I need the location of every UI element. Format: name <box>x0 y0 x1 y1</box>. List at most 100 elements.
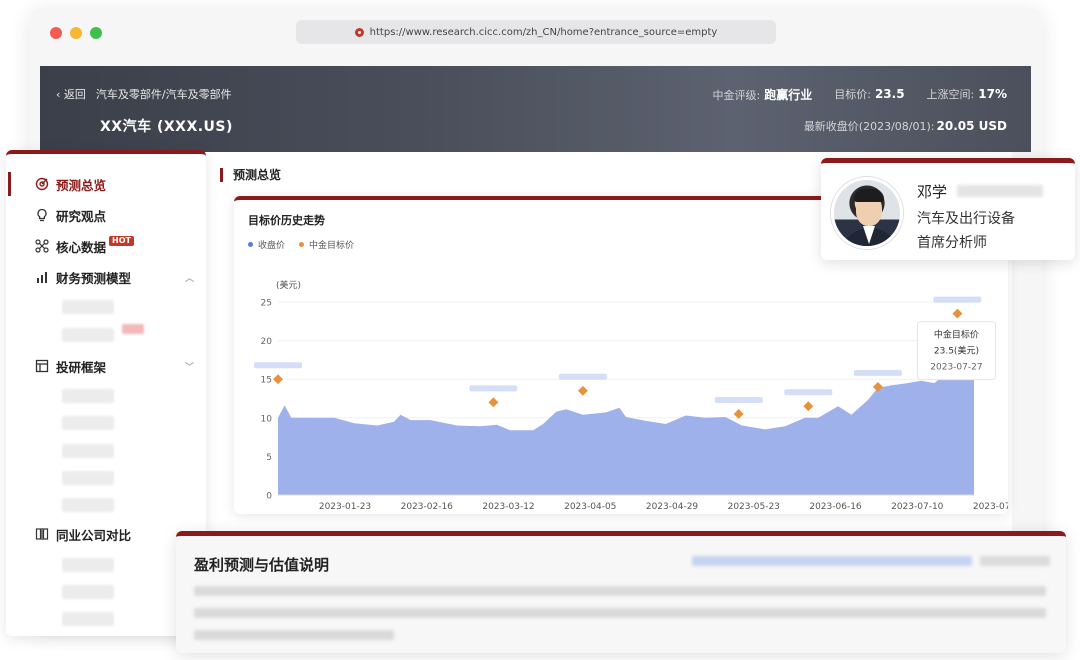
sidebar-item-label: 研究观点 <box>56 208 107 224</box>
compare-icon <box>34 526 50 542</box>
submenu-item-blurred[interactable] <box>62 300 114 314</box>
upside-label: 上涨空间: <box>926 88 975 101</box>
target-price-marker <box>273 374 283 385</box>
marker-label-blurred <box>469 385 518 392</box>
submenu-item-blurred[interactable] <box>62 389 114 403</box>
stock-header: ‹ 返回 汽车及零部件/汽车及零部件 XX汽车 (XXX.US) 中金评级: 跑赢… <box>40 66 1031 152</box>
avatar <box>831 177 903 249</box>
target-price-marker <box>488 397 499 408</box>
analyst-name: 邓学 <box>917 183 948 201</box>
analyst-card[interactable]: 邓学 汽车及出行设备 首席分析师 <box>821 158 1075 260</box>
analyst-role: 汽车及出行设备 首席分析师 <box>917 207 1015 255</box>
close-price-label: 最新收盘价(2023/08/01): <box>803 120 935 133</box>
y-tick-label: 5 <box>266 453 272 463</box>
y-axis-label: (美元) <box>276 279 301 291</box>
bar-chart-icon <box>34 269 50 285</box>
sidebar-item-core-data[interactable]: 核心数据 HOT <box>6 234 206 258</box>
avatar-hair <box>854 189 884 202</box>
tooltip-title: 中金目标价 <box>934 329 979 341</box>
forecast-meta-blurred <box>692 556 972 566</box>
sidebar-item-research-views[interactable]: 研究观点 <box>6 203 206 227</box>
y-tick-label: 15 <box>261 376 272 386</box>
rating-label: 中金评级: <box>712 89 761 102</box>
sidebar-item-label: 核心数据 <box>56 239 107 255</box>
sidebar-item-financial-model[interactable]: 财务预测模型 ︿ <box>6 265 206 289</box>
stock-name: XX汽车 (XXX.US) <box>100 119 233 135</box>
chevron-left-icon: ‹ <box>56 88 61 101</box>
submenu-item-blurred[interactable] <box>62 471 114 485</box>
forecast-date-blurred <box>980 556 1050 566</box>
y-tick-label: 10 <box>261 414 273 424</box>
forecast-text-blurred <box>194 630 394 640</box>
target-price-marker <box>952 308 963 319</box>
data-network-icon <box>34 238 50 254</box>
analyst-role-line: 首席分析师 <box>917 235 987 251</box>
section-title: 预测总览 <box>220 168 281 182</box>
back-label: 返回 <box>63 88 86 101</box>
marker-label-blurred <box>254 362 302 369</box>
submenu-item-blurred[interactable] <box>62 612 114 626</box>
target-price-label: 目标价: <box>834 88 871 101</box>
x-tick-label: 2023-04-29 <box>646 502 699 512</box>
close-price: 最新收盘价(2023/08/01): 20.05 USD <box>804 118 1007 134</box>
tooltip-value: 23.5(美元) <box>934 345 979 357</box>
x-tick-label: 2023-01-23 <box>319 502 371 512</box>
hot-badge: HOT <box>109 236 134 246</box>
submenu-badge-blurred <box>122 324 144 334</box>
submenu-item-blurred[interactable] <box>62 498 114 512</box>
y-tick-label: 0 <box>266 492 272 502</box>
sidebar-item-research-framework[interactable]: 投研框架 ﹀ <box>6 354 206 378</box>
address-url: https://www.research.cicc.com/zh_CN/home… <box>369 26 718 38</box>
submenu-item-blurred[interactable] <box>62 444 114 458</box>
sidebar-item-label: 财务预测模型 <box>56 270 132 286</box>
site-icon <box>354 27 364 37</box>
analyst-contact-blurred <box>957 185 1043 197</box>
chevron-up-icon[interactable]: ︿ <box>185 271 194 284</box>
x-tick-label: 2023-02-16 <box>401 502 454 512</box>
submenu-item-blurred[interactable] <box>62 585 114 599</box>
target-price-marker <box>803 401 814 412</box>
sidebar-item-label: 同业公司对比 <box>56 527 132 543</box>
x-tick-label: 2023-06-16 <box>809 502 862 512</box>
chevron-down-icon[interactable]: ﹀ <box>185 360 194 373</box>
layout-icon <box>34 358 50 374</box>
target-icon <box>34 176 50 192</box>
submenu-item-blurred[interactable] <box>62 558 114 572</box>
submenu-item-blurred[interactable] <box>62 328 114 342</box>
forecast-text-blurred <box>194 586 1046 596</box>
x-tick-label: 2023-07-10 <box>891 502 944 512</box>
marker-label-blurred <box>714 396 763 403</box>
x-tick-label: 2023-04-05 <box>564 502 616 512</box>
forecast-explanation-card: 盈利预测与估值说明 <box>176 531 1066 653</box>
minimize-window-button[interactable] <box>70 27 82 39</box>
sidebar-item-forecast-overview[interactable]: 预测总览 <box>6 172 206 196</box>
upside-value: 17% <box>978 87 1007 101</box>
forecast-title: 盈利预测与估值说明 <box>194 556 330 574</box>
marker-label-blurred <box>933 296 982 303</box>
y-tick-label: 20 <box>261 337 273 347</box>
browser-titlebar: https://www.research.cicc.com/zh_CN/home… <box>30 8 1042 58</box>
y-tick-label: 25 <box>261 299 272 309</box>
forecast-text-blurred <box>194 608 1046 618</box>
breadcrumb-path: 汽车及零部件/汽车及零部件 <box>95 88 232 101</box>
marker-label-blurred <box>853 369 902 376</box>
x-tick-label: 2023-05-23 <box>728 502 780 512</box>
sidebar-item-label: 投研框架 <box>56 359 107 375</box>
x-tick-label: 2023-07-31 <box>973 502 1008 512</box>
target-price-value: 23.5 <box>874 87 905 101</box>
close-window-button[interactable] <box>50 27 62 39</box>
sidebar-item-label: 预测总览 <box>56 177 107 193</box>
tooltip-date: 2023-07-27 <box>930 363 982 373</box>
maximize-window-button[interactable] <box>90 27 102 39</box>
rating-summary: 中金评级: 跑赢行业 目标价: 23.5 上涨空间: 17% <box>712 86 1007 103</box>
marker-label-blurred <box>784 389 833 396</box>
close-price-value: 20.05 USD <box>936 119 1007 133</box>
submenu-item-blurred[interactable] <box>62 416 114 430</box>
breadcrumb: ‹ 返回 汽车及零部件/汽车及零部件 <box>56 86 232 102</box>
x-tick-label: 2023-03-12 <box>482 502 534 512</box>
back-link[interactable]: ‹ 返回 <box>56 86 86 102</box>
analyst-role-line: 汽车及出行设备 <box>917 211 1015 227</box>
lightbulb-icon <box>34 207 50 223</box>
address-bar[interactable]: https://www.research.cicc.com/zh_CN/home… <box>296 20 776 44</box>
rating-value: 跑赢行业 <box>764 88 813 102</box>
